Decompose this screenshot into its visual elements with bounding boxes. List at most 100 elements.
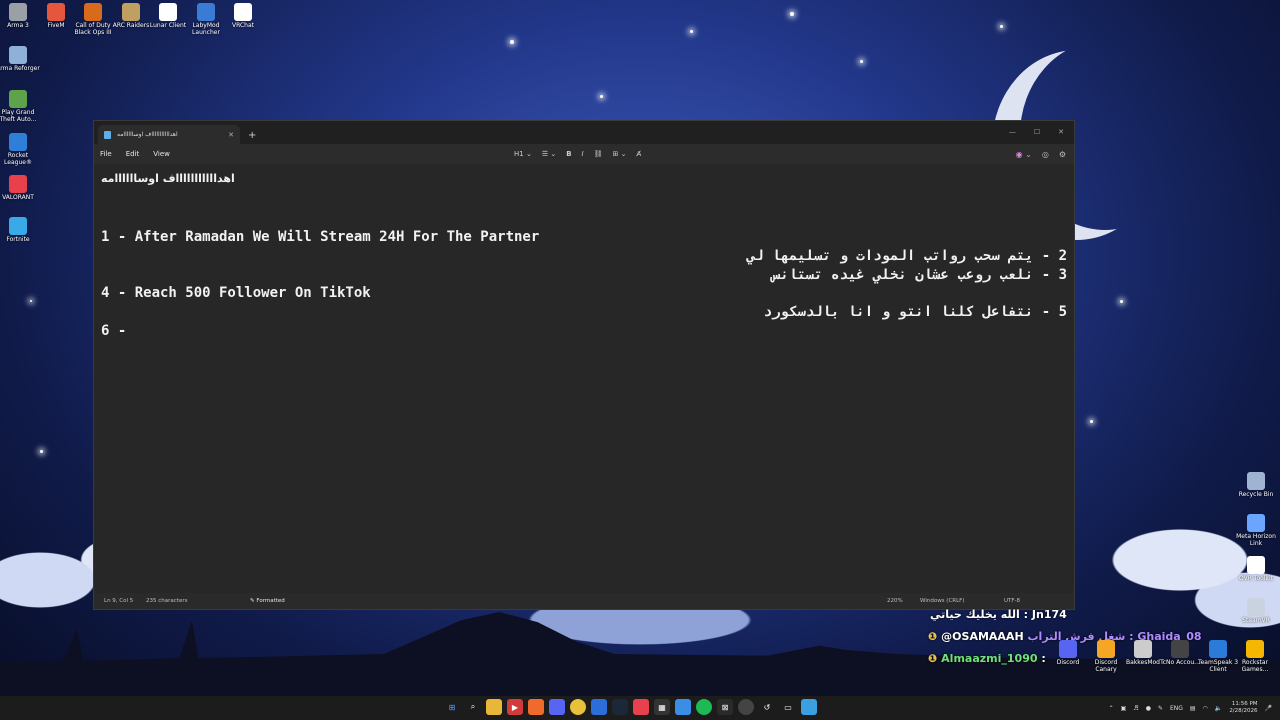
notepad-taskbar-icon[interactable] <box>801 699 817 715</box>
spotify-icon[interactable] <box>696 699 712 715</box>
search-icon[interactable]: ⌕ <box>465 699 481 715</box>
tab-close-icon[interactable]: ✕ <box>228 131 234 139</box>
desktop-shortcut[interactable]: Meta Horizon Link <box>1234 514 1278 548</box>
desktop-shortcut[interactable]: Rocket League® <box>0 133 40 167</box>
chevron-up-icon[interactable]: ⌃ <box>1109 705 1114 712</box>
copilot-icon[interactable]: ◉ ⌄ <box>1016 150 1032 159</box>
table-dropdown-icon[interactable]: ⊞ ⌄ <box>613 150 627 158</box>
new-tab-button[interactable]: + <box>248 130 256 141</box>
chrome-icon[interactable] <box>570 699 586 715</box>
rocket-league-icon <box>9 133 27 151</box>
desktop-shortcut[interactable]: Recycle Bin <box>1234 472 1278 499</box>
zoom-level[interactable]: 220% <box>887 598 920 604</box>
valorant-icon <box>9 175 27 193</box>
language-indicator[interactable]: ENG <box>1170 705 1183 712</box>
game-launcher-icon[interactable]: ▦ <box>654 699 670 715</box>
shortcut-label: Meta Horizon Link <box>1236 533 1276 547</box>
shortcut-label: Arma 3 <box>7 22 29 29</box>
media-app-icon[interactable]: ▶ <box>507 699 523 715</box>
menu-file[interactable]: File <box>100 150 112 158</box>
bold-icon[interactable]: B <box>566 150 571 158</box>
desktop-shortcut[interactable]: Play Grand Theft Auto... <box>0 90 40 124</box>
shortcut-label: Recycle Bin <box>1238 491 1274 498</box>
file-explorer-icon[interactable] <box>486 699 502 715</box>
arma-reforger-icon <box>9 46 27 64</box>
notepad-window: اهداااااااااااف اوساااااامه ✕ + — ☐ ✕ Fi… <box>93 120 1075 610</box>
desktop-shortcut[interactable]: VALORANT <box>0 175 40 202</box>
mic-icon[interactable]: ● <box>1146 705 1151 712</box>
wifi-icon[interactable]: ◠ <box>1203 705 1208 712</box>
keyboard-app-icon[interactable]: ▭ <box>780 699 796 715</box>
tab-title: اهداااااااااااف اوساااااامه <box>117 131 178 138</box>
star <box>1000 25 1003 28</box>
shortcut-label: VRChat <box>232 22 254 29</box>
close-window-icon[interactable]: ✕ <box>1058 128 1064 136</box>
minimize-icon[interactable]: — <box>1009 128 1016 136</box>
text-editor[interactable]: اهداااااااااااف اوساااااامه 1 - After Ra… <box>94 164 1074 350</box>
volume-icon[interactable]: 🔈 <box>1215 705 1222 712</box>
start-icon[interactable]: ⊞ <box>444 699 460 715</box>
desktop-shortcut[interactable]: VRChat <box>221 3 265 30</box>
tray-app-icon[interactable]: ▣ <box>1121 705 1127 712</box>
obs-icon[interactable] <box>738 699 754 715</box>
status-bar: Ln 9, Col 5 235 characters ✎ Formatted 2… <box>94 593 1074 609</box>
fivem-icon <box>47 3 65 21</box>
star <box>30 300 32 302</box>
settings-gear-icon[interactable]: ⚙ <box>1059 150 1066 159</box>
headset-icon[interactable]: ♬ <box>1133 705 1138 712</box>
chat-message-3: ❶ Almaazmi_1090 : <box>928 652 1046 665</box>
shortcut-label: VALORANT <box>2 194 34 201</box>
link-icon[interactable]: ⛓ <box>594 150 603 158</box>
cursor-position: Ln 9, Col 5 <box>104 598 134 604</box>
menu-edit[interactable]: Edit <box>126 150 140 158</box>
account-icon[interactable]: ◎ <box>1042 150 1049 159</box>
xbox-icon[interactable]: ⊠ <box>717 699 733 715</box>
desktop-shortcut[interactable]: SteamVR <box>1234 598 1278 625</box>
meta-horizon-icon <box>1247 514 1265 532</box>
cod-icon <box>84 3 102 21</box>
notification-icon[interactable]: 🎤 <box>1265 705 1272 712</box>
blue-app-icon[interactable] <box>675 699 691 715</box>
desktop-shortcut[interactable]: Fortnite <box>0 217 40 244</box>
discord-taskbar-icon[interactable] <box>549 699 565 715</box>
steamvr-icon <box>1247 598 1265 616</box>
valorant-taskbar-icon[interactable] <box>633 699 649 715</box>
labymod-icon <box>197 3 215 21</box>
menu-bar: File Edit View H1 ⌄ ☰ ⌄ B I ⛓ ⊞ ⌄ A̸ ◉ ⌄… <box>94 144 1074 164</box>
shortcut-label: SteamVR <box>1242 617 1270 624</box>
goal-line-6: 6 - <box>101 322 127 339</box>
shortcut-label: FiveM <box>47 22 65 29</box>
clear-formatting-icon[interactable]: A̸ <box>636 150 641 158</box>
notepad-icon <box>104 130 111 139</box>
desktop-shortcut[interactable]: OVR Toolkit <box>1234 556 1278 583</box>
heading-dropdown[interactable]: H1 ⌄ <box>514 150 532 158</box>
shortcut-label: Rockstar Games... <box>1241 659 1269 673</box>
vpn-icon[interactable] <box>591 699 607 715</box>
title-bar: اهداااااااااااف اوساااااامه ✕ + — ☐ ✕ <box>94 121 1074 144</box>
steam-icon[interactable] <box>612 699 628 715</box>
star <box>690 30 693 33</box>
line-ending[interactable]: Windows (CRLF) <box>920 598 1004 604</box>
shortcut-label: Lunar Client <box>149 22 187 29</box>
document-tab[interactable]: اهداااااااااااف اوساااااامه ✕ <box>98 125 240 144</box>
desktop-shortcut[interactable]: Rockstar Games... <box>1233 640 1277 674</box>
clip-app-icon[interactable]: ↺ <box>759 699 775 715</box>
italic-icon[interactable]: I <box>582 150 584 158</box>
vrchat-icon <box>234 3 252 21</box>
goal-line-3: 3 - نلعب روعب عشان نخلي غيده تستانس <box>771 266 1067 283</box>
pen-icon[interactable]: ✎ <box>1158 705 1163 712</box>
encoding[interactable]: UTF-8 <box>1004 598 1064 604</box>
menu-view[interactable]: View <box>153 150 170 158</box>
star <box>1120 300 1123 303</box>
teamspeak-icon <box>1209 640 1227 658</box>
star <box>40 450 43 453</box>
list-dropdown-icon[interactable]: ☰ ⌄ <box>542 150 556 158</box>
format-mode[interactable]: ✎ Formatted <box>250 598 285 604</box>
brave-icon[interactable] <box>528 699 544 715</box>
clock[interactable]: 11:56 PM 2/28/2026 <box>1229 701 1257 714</box>
tcno-icon <box>1171 640 1189 658</box>
network-icon[interactable]: ▤ <box>1190 705 1196 712</box>
maximize-icon[interactable]: ☐ <box>1034 128 1040 136</box>
shortcut-label: Discord <box>1056 659 1080 666</box>
desktop-shortcut[interactable]: Arma Reforger <box>0 46 40 73</box>
